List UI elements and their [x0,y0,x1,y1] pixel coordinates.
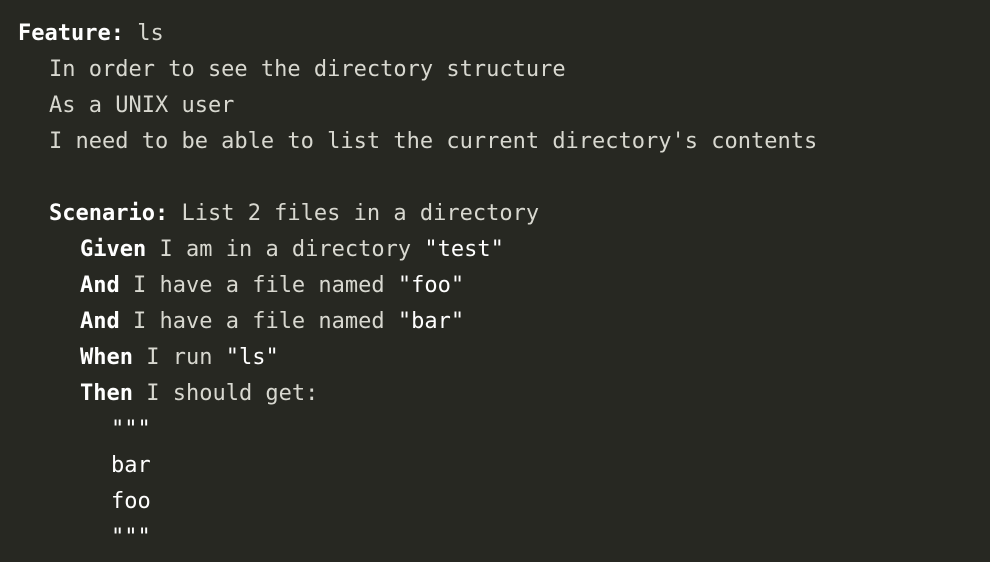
scenario-name: List 2 files in a directory [181,201,540,226]
step-keyword: And [80,309,120,334]
step-keyword: When [80,345,133,370]
step-argument: "test" [424,237,504,262]
step-text: I have a file named [119,273,398,298]
step-line: When I run "ls" [18,340,990,376]
step-text: I am in a directory [146,237,425,262]
docstring-close: """ [111,525,151,550]
scenario-line: Scenario: List 2 files in a directory [18,196,990,232]
docstring-open: """ [111,417,151,442]
step-argument: "bar" [397,309,465,334]
feature-description-line: In order to see the directory structure [49,57,566,82]
docstring-line: bar [111,453,151,478]
step-keyword: Given [80,237,147,262]
docstring-line: foo [111,489,151,514]
step-text: I run [132,345,226,370]
step-line: Then I should get: [18,376,990,412]
step-argument: "foo" [397,273,465,298]
code-editor[interactable]: Feature: ls In order to see the director… [18,16,990,556]
step-line: And I have a file named "foo" [18,268,990,304]
feature-description-line: As a UNIX user [49,93,235,118]
feature-description-line: I need to be able to list the current di… [49,129,818,154]
feature-name: ls [137,21,164,46]
step-argument: "ls" [225,345,279,370]
step-line: And I have a file named "bar" [18,304,990,340]
feature-line: Feature: ls [18,16,990,52]
step-keyword: And [80,273,120,298]
step-line: Given I am in a directory "test" [18,232,990,268]
step-text: I should get: [132,381,319,406]
feature-keyword: Feature: [18,21,124,46]
step-keyword: Then [80,381,133,406]
step-text: I have a file named [119,309,398,334]
scenario-keyword: Scenario: [49,201,169,226]
